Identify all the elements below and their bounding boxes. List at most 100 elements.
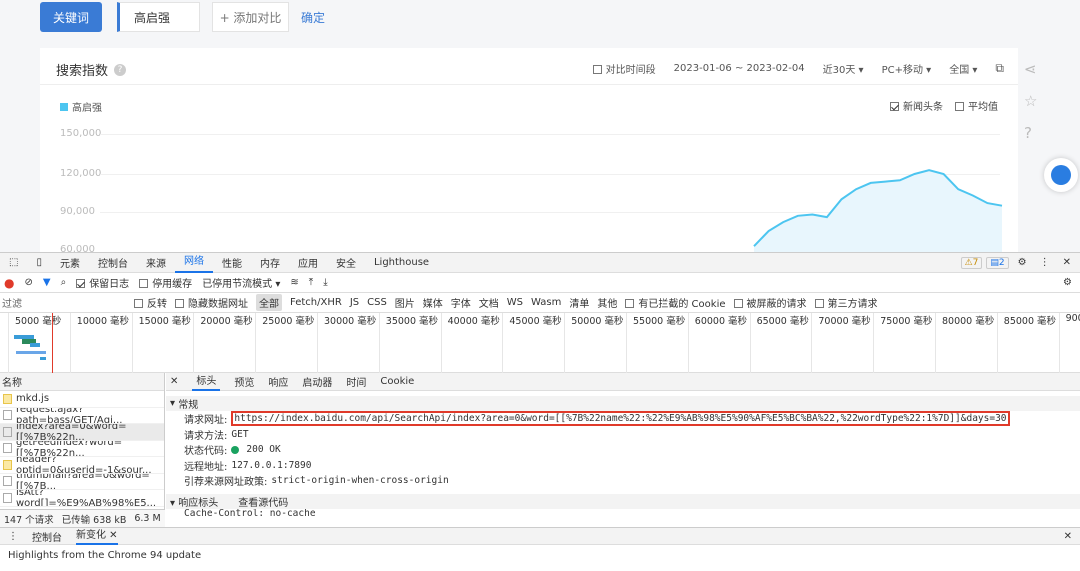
inspect-icon[interactable]: ⬚ — [0, 257, 27, 268]
type-ws[interactable]: WS — [507, 297, 523, 308]
filter-input[interactable]: 过滤 — [2, 295, 126, 310]
disable-cache-toggle[interactable]: 停用缓存 — [139, 275, 192, 290]
request-method: GET — [231, 428, 249, 440]
record-icon[interactable]: ● — [4, 276, 14, 290]
tab-lighthouse[interactable]: Lighthouse — [365, 257, 438, 268]
list-item[interactable]: request.ajax?path=bass/GET/Agi... — [0, 408, 164, 424]
clear-icon[interactable]: ⊘ — [24, 277, 32, 288]
request-name: getFeedIndex?word=[[%7B%22n... — [16, 440, 123, 457]
upload-icon[interactable]: ⤒ — [309, 277, 313, 288]
download-icon[interactable]: ⤓ — [323, 277, 327, 288]
type-font[interactable]: 字体 — [451, 295, 471, 310]
tab-performance[interactable]: 性能 — [213, 255, 251, 270]
js-file-icon — [3, 393, 12, 404]
name-column-header[interactable]: 名称 — [0, 373, 164, 391]
view-source-link[interactable]: 查看源代码 — [238, 494, 288, 509]
request-url[interactable]: https://index.baidu.com/api/SearchApi/in… — [231, 411, 1010, 427]
add-compare-button[interactable]: + 添加对比 — [212, 2, 289, 32]
tab-memory[interactable]: 内存 — [251, 255, 289, 270]
chat-button[interactable] — [1044, 158, 1078, 192]
hide-data-urls-label: 隐藏数据网址 — [188, 299, 248, 310]
tab-sources[interactable]: 来源 — [137, 255, 175, 270]
keyword-input[interactable]: 高启强 — [117, 2, 200, 32]
tab-security[interactable]: 安全 — [327, 255, 365, 270]
request-method-row: 请求方法: GET — [166, 427, 1080, 443]
tab-console[interactable]: 控制台 — [89, 255, 137, 270]
type-wasm[interactable]: Wasm — [531, 297, 561, 308]
checkbox-icon — [134, 299, 143, 308]
tab-network[interactable]: 网络 — [174, 253, 213, 273]
timeline-gridline — [996, 313, 998, 373]
type-fetch-xhr[interactable]: Fetch/XHR — [290, 297, 342, 308]
list-item[interactable]: getFeedIndex?word=[[%7B%22n... — [0, 440, 164, 457]
timeline-tick-label: 80000 毫秒 — [935, 313, 994, 329]
type-js[interactable]: JS — [350, 297, 359, 308]
response-headers-header[interactable]: ▾ 响应标头 查看源代码 — [166, 493, 1080, 509]
preserve-log-toggle[interactable]: 保留日志 — [76, 275, 129, 290]
tab-response[interactable]: 响应 — [268, 374, 288, 389]
tab-initiator[interactable]: 启动器 — [302, 374, 332, 389]
warning-badge[interactable]: ⚠7 — [957, 257, 983, 269]
tab-application[interactable]: 应用 — [289, 255, 327, 270]
timeline-tick-label: 40000 毫秒 — [440, 313, 500, 329]
blocked-cookies-toggle[interactable]: 有已拦截的 Cookie — [625, 295, 726, 310]
keyword-button[interactable]: 关键词 — [40, 2, 102, 32]
share-icon[interactable]: ⋖ — [1024, 60, 1037, 78]
blocked-requests-toggle[interactable]: 被屏蔽的请求 — [733, 295, 807, 310]
network-settings-icon[interactable]: ⚙ — [1063, 277, 1080, 288]
type-css[interactable]: CSS — [367, 297, 387, 308]
checkbox-icon — [139, 279, 149, 288]
request-name: isAtt?word[]=%E9%AB%98%E5... — [16, 490, 157, 507]
drawer-tab-whats-new[interactable]: 新变化 ✕ — [76, 527, 118, 545]
type-manifest[interactable]: 清单 — [569, 295, 589, 310]
throttle-select[interactable]: 已停用节流模式 ▾ — [202, 275, 280, 290]
list-item[interactable]: thumbnail?area=0&word=[[%7B... — [0, 474, 164, 490]
list-item[interactable]: mkd.js — [0, 391, 164, 408]
timeline-gridline — [255, 313, 257, 373]
timeline-gridline — [193, 313, 195, 373]
remote-label: 远程地址: — [184, 461, 228, 473]
wifi-icon[interactable]: ≋ — [290, 277, 298, 288]
general-section-header[interactable]: ▾ 常规 — [166, 396, 1080, 411]
drawer-menu-icon[interactable]: ⋮ — [8, 531, 18, 542]
type-doc[interactable]: 文档 — [479, 295, 499, 310]
list-item[interactable]: isAtt?word[]=%E9%AB%98%E5... — [0, 490, 164, 507]
star-icon[interactable]: ☆ — [1024, 92, 1037, 110]
checkbox-icon — [175, 299, 184, 308]
message-badge[interactable]: ▤2 — [982, 257, 1009, 269]
list-item[interactable]: header?optid=0&userid=-1&sour... — [0, 457, 164, 474]
timeline-tick-label: 60000 毫秒 — [687, 313, 747, 329]
close-detail-icon[interactable]: ✕ — [170, 376, 178, 387]
search-icon[interactable]: ⌕ — [61, 277, 67, 288]
help-circle-icon[interactable]: ? — [1024, 124, 1037, 142]
type-other[interactable]: 其他 — [597, 295, 617, 310]
type-all[interactable]: 全部 — [256, 294, 282, 311]
network-timeline[interactable]: 5000 毫秒 10000 毫秒 15000 毫秒 20000 毫秒 25000 毫秒 3… — [0, 313, 1080, 373]
drawer-tab-console[interactable]: 控制台 — [32, 529, 62, 544]
invert-toggle[interactable]: 反转 — [134, 295, 167, 310]
tab-elements[interactable]: 元素 — [51, 255, 89, 270]
type-media[interactable]: 媒体 — [423, 295, 443, 310]
request-detail: ✕ 标头 预览 响应 启动器 时间 Cookie ▾ 常规 请求网址: https… — [166, 373, 1080, 527]
detail-tabs: ✕ 标头 预览 响应 启动器 时间 Cookie — [166, 373, 1080, 391]
third-party-toggle[interactable]: 第三方请求 — [814, 295, 878, 310]
device-toggle-icon[interactable]: ▯ — [27, 257, 51, 268]
filter-icon[interactable]: ▼ — [43, 277, 51, 288]
request-name: header?optid=0&userid=-1&sour... — [16, 457, 152, 474]
type-img[interactable]: 图片 — [395, 295, 415, 310]
list-item-selected[interactable]: index?area=0&word=[[%7B%22n... — [0, 424, 164, 441]
tab-headers[interactable]: 标头 — [192, 373, 221, 391]
disable-cache-label: 停用缓存 — [152, 279, 193, 290]
tab-timing[interactable]: 时间 — [346, 374, 366, 389]
close-icon[interactable]: ✕ — [1054, 257, 1080, 268]
close-drawer-icon[interactable]: ✕ — [1064, 531, 1080, 542]
more-icon[interactable]: ⋮ — [1036, 257, 1054, 268]
timeline-tick-label: 900 — [1058, 313, 1080, 329]
gear-icon[interactable]: ⚙ — [1009, 257, 1036, 268]
tab-cookies[interactable]: Cookie — [380, 376, 414, 387]
tab-preview[interactable]: 预览 — [234, 374, 254, 389]
confirm-link[interactable]: 确定 — [301, 9, 325, 26]
referrer-policy-row: 引荐来源网址政策: strict-origin-when-cross-origin — [166, 473, 1080, 489]
method-label: 请求方法: — [184, 430, 228, 442]
hide-data-urls-toggle[interactable]: 隐藏数据网址 — [175, 295, 248, 310]
